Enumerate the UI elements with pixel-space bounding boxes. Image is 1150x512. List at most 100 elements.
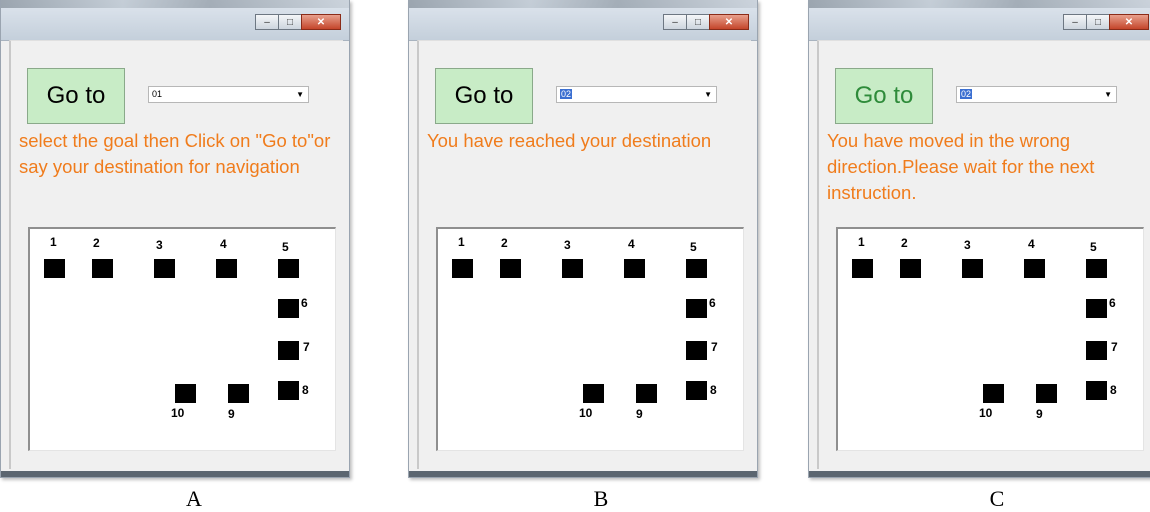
close-icon[interactable]: ✕ <box>1109 14 1149 30</box>
window-controls: – □ ✕ <box>663 14 749 30</box>
dropdown-arrow-icon[interactable]: ▼ <box>296 87 304 102</box>
destination-select[interactable]: 02 ▼ <box>556 86 717 103</box>
map-node-label-7: 7 <box>1111 340 1118 354</box>
map-node-9 <box>228 384 249 403</box>
map-node-8 <box>278 381 299 400</box>
minimize-icon[interactable]: – <box>255 14 279 30</box>
window-controls: – □ ✕ <box>1063 14 1149 30</box>
title-bar-background <box>409 0 757 8</box>
status-message: You have reached your destination <box>427 130 712 151</box>
map-node-1 <box>452 259 473 278</box>
map-node-label-6: 6 <box>301 296 308 310</box>
map-node-2 <box>900 259 921 278</box>
navigation-map: 1 2 3 4 5 6 7 8 9 10 <box>28 227 336 451</box>
map-node-7 <box>278 341 299 360</box>
title-bar[interactable]: – □ ✕ <box>1 0 349 41</box>
map-node-label-1: 1 <box>858 235 865 249</box>
destination-select-value: 02 <box>960 89 973 99</box>
map-node-3 <box>154 259 175 278</box>
destination-select[interactable]: 02 ▼ <box>956 86 1117 103</box>
maximize-icon[interactable]: □ <box>686 14 710 30</box>
window-controls: – □ ✕ <box>255 14 341 30</box>
map-node-label-4: 4 <box>628 237 635 251</box>
map-node-label-3: 3 <box>964 238 971 252</box>
map-node-1 <box>852 259 873 278</box>
map-node-label-7: 7 <box>711 340 718 354</box>
app-window: – □ ✕ Go to 02 ▼ You have reached your d… <box>408 0 758 478</box>
app-window: – □ ✕ Go to 01 ▼ select the goal then Cl… <box>0 0 350 478</box>
map-node-label-1: 1 <box>458 235 465 249</box>
map-node-label-4: 4 <box>1028 237 1035 251</box>
map-node-5 <box>278 259 299 278</box>
map-node-5 <box>1086 259 1107 278</box>
map-node-8 <box>1086 381 1107 400</box>
map-node-4 <box>1024 259 1045 278</box>
map-node-label-10: 10 <box>579 406 593 420</box>
map-node-7 <box>686 341 707 360</box>
map-node-label-3: 3 <box>564 238 571 252</box>
map-node-label-8: 8 <box>710 383 717 397</box>
go-to-button[interactable]: Go to <box>435 68 533 124</box>
map-node-label-6: 6 <box>709 296 716 310</box>
map-node-4 <box>216 259 237 278</box>
navigation-map: 1 2 3 4 5 6 7 8 9 10 <box>836 227 1144 451</box>
go-to-button[interactable]: Go to <box>27 68 125 124</box>
destination-select-value: 01 <box>152 89 163 99</box>
map-node-10 <box>175 384 196 403</box>
map-node-6 <box>1086 299 1107 318</box>
title-bar-background <box>1 0 349 8</box>
map-node-label-9: 9 <box>228 407 235 421</box>
map-node-3 <box>562 259 583 278</box>
title-bar-background <box>809 0 1150 8</box>
map-node-10 <box>583 384 604 403</box>
dropdown-arrow-icon[interactable]: ▼ <box>1104 87 1112 102</box>
window-bottom-border <box>809 471 1150 477</box>
minimize-icon[interactable]: – <box>1063 14 1087 30</box>
map-node-10 <box>983 384 1004 403</box>
map-node-label-8: 8 <box>302 383 309 397</box>
map-node-2 <box>92 259 113 278</box>
title-bar[interactable]: – □ ✕ <box>409 0 757 41</box>
map-node-8 <box>686 381 707 400</box>
close-icon[interactable]: ✕ <box>301 14 341 30</box>
map-node-9 <box>1036 384 1057 403</box>
panel-caption: B <box>593 486 609 511</box>
destination-select[interactable]: 01 ▼ <box>148 86 309 103</box>
destination-select-value: 02 <box>560 89 573 99</box>
close-icon[interactable]: ✕ <box>709 14 749 30</box>
minimize-icon[interactable]: – <box>663 14 687 30</box>
maximize-icon[interactable]: □ <box>278 14 302 30</box>
map-node-label-8: 8 <box>1110 383 1117 397</box>
status-message: select the goal then Click on "Go to"or … <box>19 130 331 177</box>
title-bar[interactable]: – □ ✕ <box>809 0 1150 41</box>
map-node-label-5: 5 <box>1090 240 1097 254</box>
go-to-button[interactable]: Go to <box>835 68 933 124</box>
map-node-label-2: 2 <box>501 236 508 250</box>
map-node-2 <box>500 259 521 278</box>
map-node-6 <box>278 299 299 318</box>
navigation-map: 1 2 3 4 5 6 7 8 9 10 <box>436 227 744 451</box>
maximize-icon[interactable]: □ <box>1086 14 1110 30</box>
dropdown-arrow-icon[interactable]: ▼ <box>704 87 712 102</box>
map-node-7 <box>1086 341 1107 360</box>
map-node-label-9: 9 <box>636 407 643 421</box>
status-message: You have moved in the wrong direction.Pl… <box>827 130 1095 203</box>
map-node-label-4: 4 <box>220 237 227 251</box>
map-node-label-5: 5 <box>690 240 697 254</box>
map-node-4 <box>624 259 645 278</box>
map-node-label-9: 9 <box>1036 407 1043 421</box>
map-node-1 <box>44 259 65 278</box>
map-node-label-7: 7 <box>303 340 310 354</box>
map-node-9 <box>636 384 657 403</box>
map-node-label-10: 10 <box>979 406 993 420</box>
map-node-label-2: 2 <box>93 236 100 250</box>
map-node-5 <box>686 259 707 278</box>
window-bottom-border <box>409 471 757 477</box>
map-node-label-6: 6 <box>1109 296 1116 310</box>
map-node-label-1: 1 <box>50 235 57 249</box>
map-node-label-3: 3 <box>156 238 163 252</box>
map-node-label-10: 10 <box>171 406 185 420</box>
map-node-3 <box>962 259 983 278</box>
map-node-6 <box>686 299 707 318</box>
map-node-label-5: 5 <box>282 240 289 254</box>
